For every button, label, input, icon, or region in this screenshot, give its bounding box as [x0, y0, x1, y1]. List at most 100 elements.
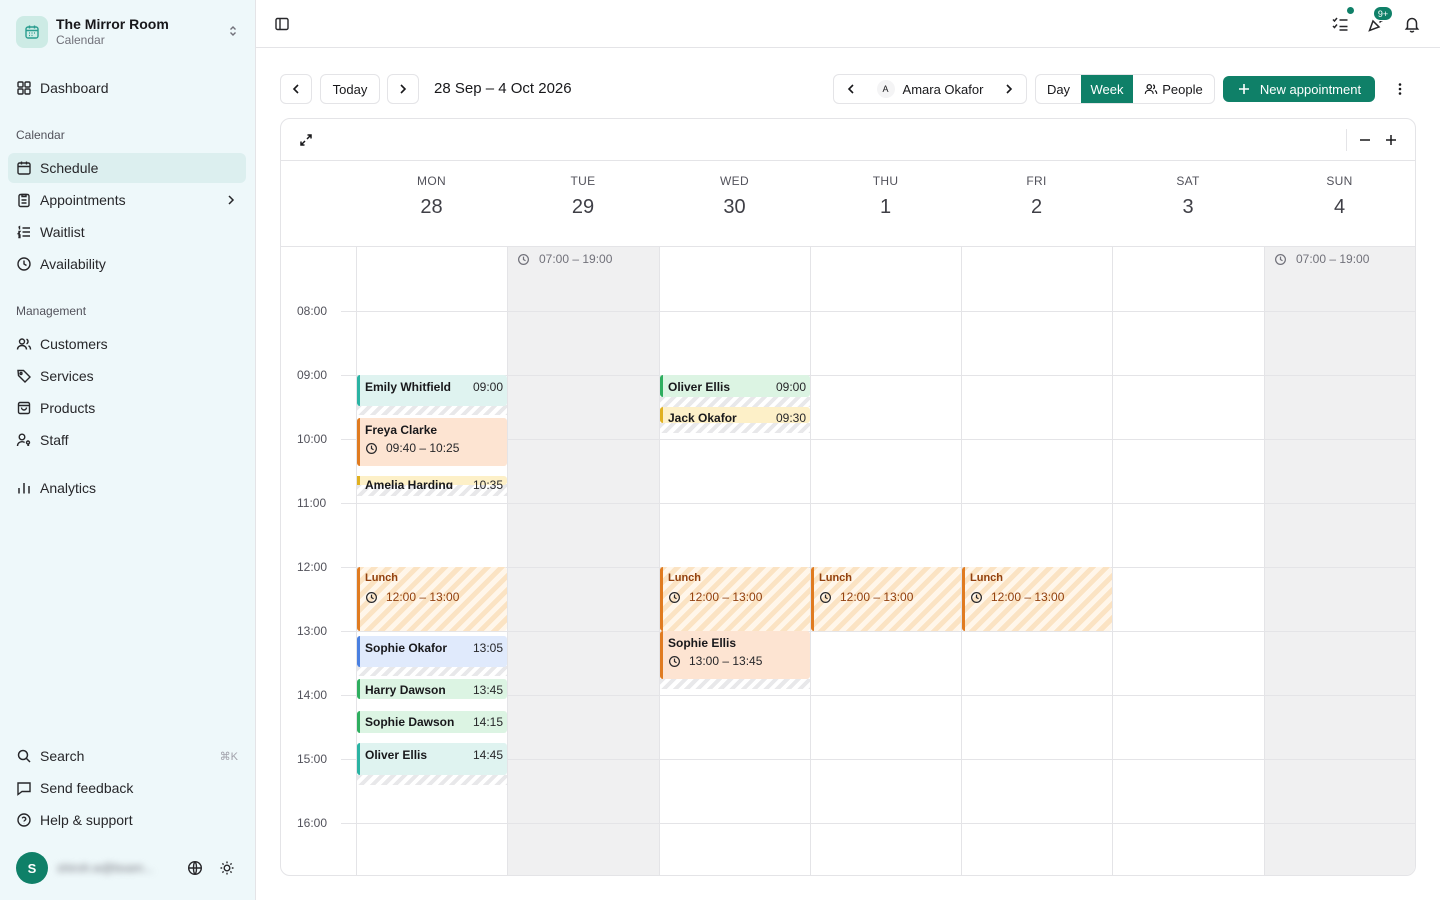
bar-chart-icon	[18, 483, 30, 494]
user-menu[interactable]: S shiroh.w@bxam...	[16, 852, 246, 884]
day-header-mon[interactable]: MON 28	[356, 161, 507, 246]
day-header-wed[interactable]: WED 30	[659, 161, 810, 246]
day-column-fri[interactable]	[961, 247, 1112, 875]
date-range-label: 28 Sep – 4 Oct 2026	[434, 80, 572, 97]
appointment-card[interactable]: Jack Okafor 09:30	[660, 407, 810, 423]
notifications-button[interactable]	[1400, 12, 1424, 36]
day-header-sat[interactable]: SAT 3	[1112, 161, 1264, 246]
sidebar-item-search[interactable]: Search ⌘K	[8, 741, 246, 771]
day-column-thu[interactable]	[810, 247, 961, 875]
view-day-button[interactable]: Day	[1036, 75, 1081, 103]
sidebar-item-dashboard[interactable]: Dashboard	[8, 73, 246, 103]
day-column-wed[interactable]	[659, 247, 810, 875]
sidebar-item-analytics[interactable]: Analytics	[8, 473, 246, 503]
sidebar-item-waitlist[interactable]: Waitlist	[8, 217, 246, 247]
appointment-card[interactable]: Sophie Dawson 14:15	[357, 711, 507, 733]
nav-group-management: Management	[16, 304, 87, 318]
zoom-out-button[interactable]	[1354, 129, 1376, 151]
sidebar-item-label: Help & support	[40, 812, 133, 828]
appointment-card[interactable]: Sophie Okafor 13:05	[357, 636, 507, 667]
block-time-range: 12:00 – 13:00	[689, 590, 763, 604]
sidebar-item-availability[interactable]: Availability	[8, 249, 246, 279]
sidebar-item-label: Staff	[40, 432, 69, 448]
toggle-sidebar-button[interactable]	[270, 12, 294, 36]
lunch-block[interactable]: Lunch 12:00 – 13:00	[357, 567, 507, 631]
avatar: S	[16, 852, 48, 884]
zoom-in-button[interactable]	[1380, 129, 1402, 151]
day-header-sun[interactable]: SUN 4	[1264, 161, 1415, 246]
appointment-name: Harry Dawson	[365, 683, 446, 697]
clock-icon	[820, 591, 831, 603]
day-header-thu[interactable]: THU 1	[810, 161, 961, 246]
availability-hours: 07:00 – 19:00	[539, 252, 613, 266]
next-week-button[interactable]	[387, 74, 419, 104]
clipboard-icon	[18, 193, 30, 208]
view-week-button[interactable]: Week	[1081, 75, 1133, 103]
appointment-card[interactable]: Harry Dawson 13:45	[357, 679, 507, 699]
day-of-week: THU	[872, 174, 899, 188]
calendar-toolbar	[281, 119, 1415, 161]
day-header-tue[interactable]: TUE 29	[507, 161, 659, 246]
more-options-button[interactable]	[1388, 77, 1412, 101]
help-circle-icon	[17, 813, 31, 827]
sidebar-item-help[interactable]: Help & support	[8, 805, 246, 835]
day-column-sun[interactable]	[1264, 247, 1415, 875]
lunch-block[interactable]: Lunch 12:00 – 13:00	[811, 567, 961, 631]
sidebar-item-appointments[interactable]: Appointments	[8, 185, 246, 215]
chevron-left-icon[interactable]	[844, 82, 858, 96]
globe-icon	[187, 860, 203, 876]
sidebar-item-schedule[interactable]: Schedule	[8, 153, 246, 183]
time-label: 13:00	[297, 624, 328, 638]
day-column-sat[interactable]	[1112, 247, 1264, 875]
day-of-week: SUN	[1326, 174, 1353, 188]
sidebar-item-label: Products	[40, 400, 96, 416]
chevron-right-icon[interactable]	[1002, 82, 1016, 96]
appointment-card[interactable]: Emily Whitfield 09:00	[357, 375, 507, 406]
appointment-name: Sophie Okafor	[365, 641, 448, 655]
sidebar-item-services[interactable]: Services	[8, 361, 246, 391]
appointment-card[interactable]: Sophie Ellis 13:00 – 13:45	[660, 631, 810, 679]
message-square-icon	[17, 782, 31, 796]
sun-icon	[220, 861, 234, 875]
lunch-block[interactable]: Lunch 12:00 – 13:00	[962, 567, 1112, 631]
day-column-tue[interactable]	[507, 247, 659, 875]
theme-toggle-button[interactable]	[211, 852, 243, 884]
workspace-switcher[interactable]: The Mirror Room Calendar	[8, 8, 248, 56]
appointment-card[interactable]: Amelia Harding 10:35	[357, 476, 507, 489]
view-people-button[interactable]: People	[1133, 75, 1214, 103]
clock-icon	[366, 591, 377, 603]
view-people-label: People	[1162, 81, 1203, 97]
appointment-time: 14:15	[472, 715, 503, 729]
time-label: 10:00	[297, 432, 328, 446]
maximize-icon	[300, 134, 312, 146]
lunch-block[interactable]: Lunch 12:00 – 13:00	[660, 567, 810, 631]
appointment-name: Jack Okafor	[668, 411, 737, 423]
staff-selector[interactable]: A Amara Okafor	[833, 74, 1027, 104]
language-button[interactable]	[179, 852, 211, 884]
fullscreen-button[interactable]	[295, 129, 317, 151]
time-label: 16:00	[297, 816, 328, 830]
sidebar-item-customers[interactable]: Customers	[8, 329, 246, 359]
availability-tue: 07:00 – 19:00	[517, 252, 612, 266]
today-button[interactable]: Today	[320, 74, 380, 104]
users-icon	[16, 338, 32, 350]
sidebar-item-staff[interactable]: Staff	[8, 425, 246, 455]
block-name: Lunch	[970, 572, 1003, 584]
announcements-button[interactable]: 9+	[1364, 6, 1393, 36]
tasks-button[interactable]	[1328, 6, 1355, 36]
sidebar-item-feedback[interactable]: Send feedback	[8, 773, 246, 803]
day-header-fri[interactable]: FRI 2	[961, 161, 1112, 246]
clock-icon	[971, 591, 982, 603]
appointment-card[interactable]: Freya Clarke 09:40 – 10:25	[357, 418, 507, 466]
appointment-name: Oliver Ellis	[365, 748, 428, 762]
prev-week-button[interactable]	[280, 74, 312, 104]
new-appointment-button[interactable]: New appointment	[1223, 76, 1375, 102]
day-of-week: FRI	[1026, 174, 1047, 188]
appointment-card[interactable]: Oliver Ellis 09:00	[660, 375, 810, 397]
notification-badge: 9+	[1373, 6, 1393, 21]
day-number: 4	[1333, 196, 1346, 218]
calendar-icon	[17, 161, 31, 175]
appointment-card[interactable]: Oliver Ellis 14:45	[357, 743, 507, 775]
sidebar: The Mirror Room Calendar Dashboard Calen…	[0, 0, 256, 900]
sidebar-item-products[interactable]: Products	[8, 393, 246, 423]
